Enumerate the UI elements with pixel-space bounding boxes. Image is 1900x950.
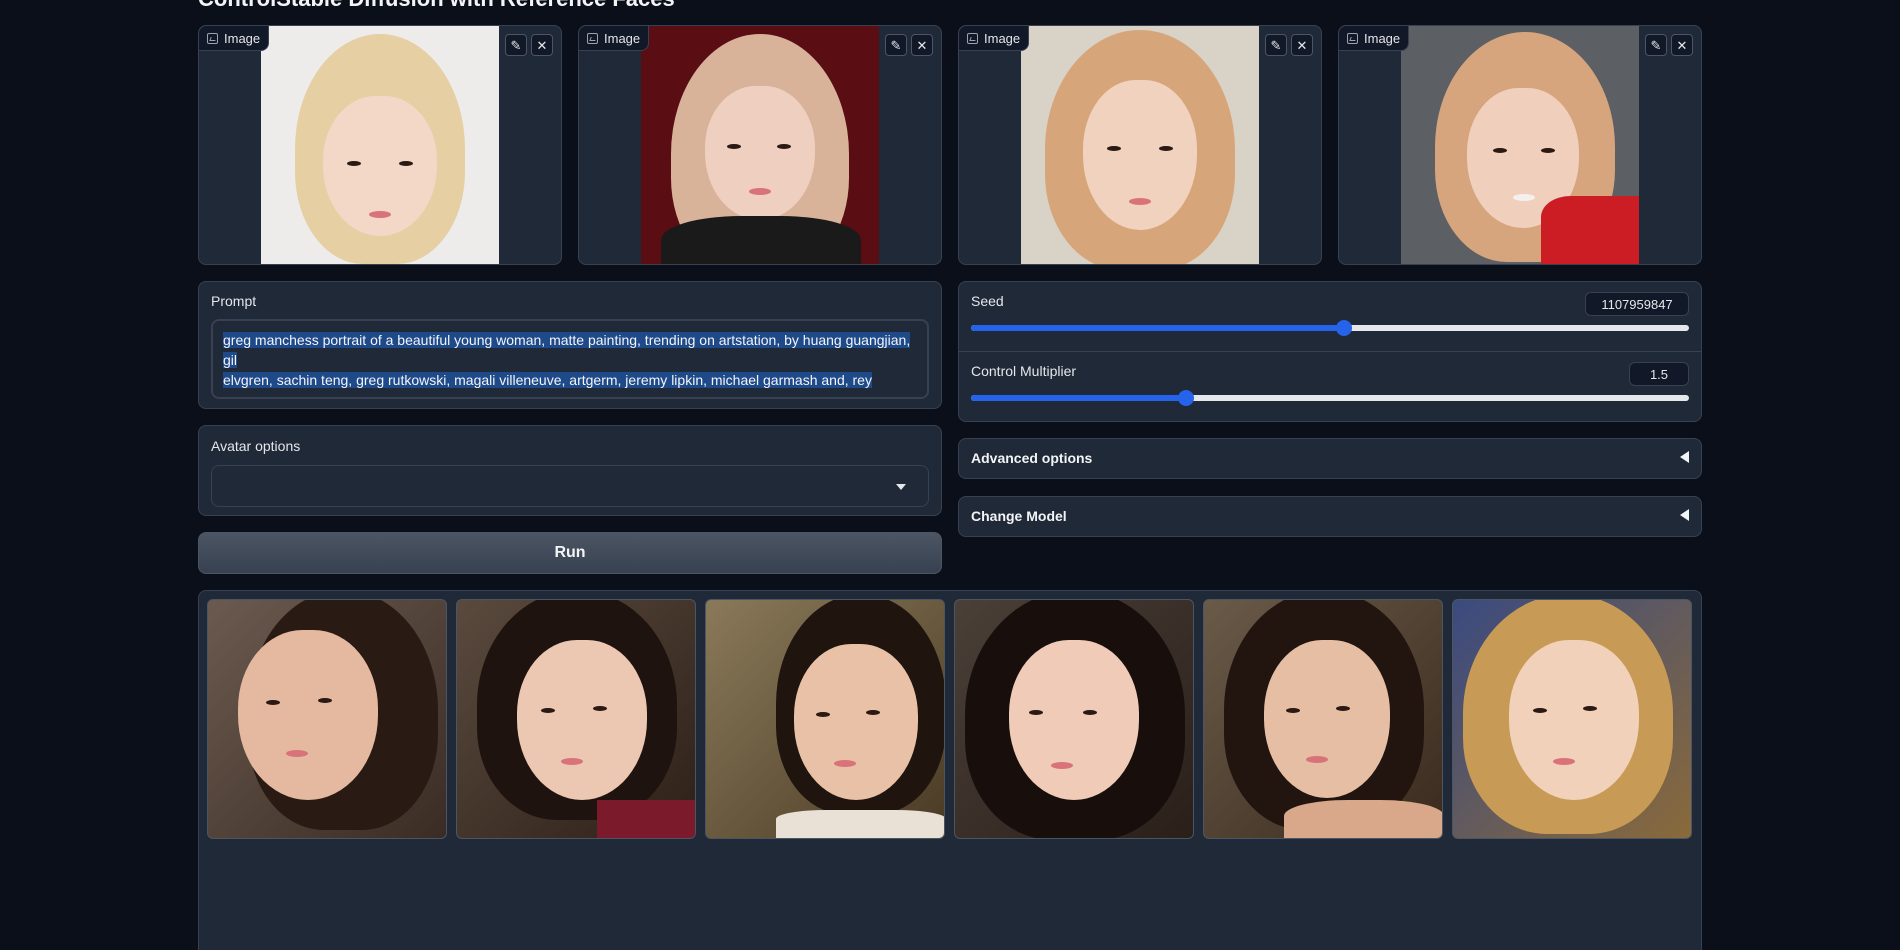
image-icon (207, 32, 218, 44)
seed-slider-fill (971, 325, 1345, 331)
chevron-down-icon (896, 484, 906, 490)
seed-slider-thumb[interactable] (1336, 320, 1353, 336)
pencil-icon[interactable]: ✎ (505, 34, 527, 56)
reference-photo (1401, 26, 1639, 264)
chevron-left-icon (1680, 451, 1689, 463)
advanced-options-accordion[interactable]: Advanced options (958, 438, 1702, 479)
close-icon[interactable]: ✕ (911, 34, 933, 56)
image-label: Image (1339, 26, 1410, 51)
control-multiplier-input[interactable]: 1.5 (1629, 362, 1689, 386)
avatar-options-dropdown[interactable] (211, 465, 929, 507)
image-label: Image (199, 26, 270, 51)
seed-slider[interactable] (971, 320, 1689, 336)
pencil-icon[interactable]: ✎ (1645, 34, 1667, 56)
reference-image-2[interactable]: Image ✎ ✕ (578, 25, 942, 265)
gallery-image[interactable] (1452, 599, 1692, 839)
output-gallery (198, 590, 1702, 950)
divider (959, 351, 1701, 352)
run-button[interactable]: Run (198, 532, 942, 574)
close-icon[interactable]: ✕ (1671, 34, 1693, 56)
control-multiplier-label: Control Multiplier (971, 363, 1077, 379)
change-model-accordion[interactable]: Change Model (958, 496, 1702, 537)
control-multiplier-slider-thumb[interactable] (1178, 390, 1195, 406)
image-icon (1347, 32, 1358, 44)
avatar-options-panel: Avatar options (198, 425, 942, 516)
close-icon[interactable]: ✕ (531, 34, 553, 56)
image-icon (587, 32, 598, 44)
pencil-icon[interactable]: ✎ (1265, 34, 1287, 56)
reference-photo (641, 26, 879, 264)
seed-label: Seed (971, 293, 1004, 309)
pencil-icon[interactable]: ✎ (885, 34, 907, 56)
control-multiplier-slider-fill (971, 395, 1187, 401)
seed-input[interactable]: 1107959847 (1585, 292, 1689, 316)
change-model-label: Change Model (971, 508, 1067, 524)
reference-image-4[interactable]: Image ✎ ✕ (1338, 25, 1702, 265)
page-title: ControlStable Diffusion with Reference F… (198, 0, 675, 12)
advanced-options-label: Advanced options (971, 450, 1093, 466)
reference-image-1[interactable]: Image ✎ ✕ (198, 25, 562, 265)
reference-image-3[interactable]: Image ✎ ✕ (958, 25, 1322, 265)
gallery-image[interactable] (1203, 599, 1443, 839)
reference-photo (261, 26, 499, 264)
reference-photo (1021, 26, 1259, 264)
prompt-panel: Prompt greg manchess portrait of a beaut… (198, 281, 942, 409)
prompt-textarea[interactable]: greg manchess portrait of a beautiful yo… (211, 319, 929, 399)
sliders-panel: Seed 1107959847 Control Multiplier 1.5 (958, 281, 1702, 422)
image-label: Image (959, 26, 1030, 51)
chevron-left-icon (1680, 509, 1689, 521)
prompt-line-1: greg manchess portrait of a beautiful yo… (223, 332, 911, 368)
gallery-image[interactable] (207, 599, 447, 839)
gallery-image[interactable] (705, 599, 945, 839)
image-icon (967, 32, 978, 44)
prompt-label: Prompt (211, 293, 257, 309)
close-icon[interactable]: ✕ (1291, 34, 1313, 56)
avatar-options-label: Avatar options (211, 438, 301, 454)
prompt-line-2: elvgren, sachin teng, greg rutkowski, ma… (223, 372, 872, 388)
gallery-image[interactable] (954, 599, 1194, 839)
gallery-image[interactable] (456, 599, 696, 839)
control-multiplier-slider[interactable] (971, 390, 1689, 406)
image-label: Image (579, 26, 650, 51)
